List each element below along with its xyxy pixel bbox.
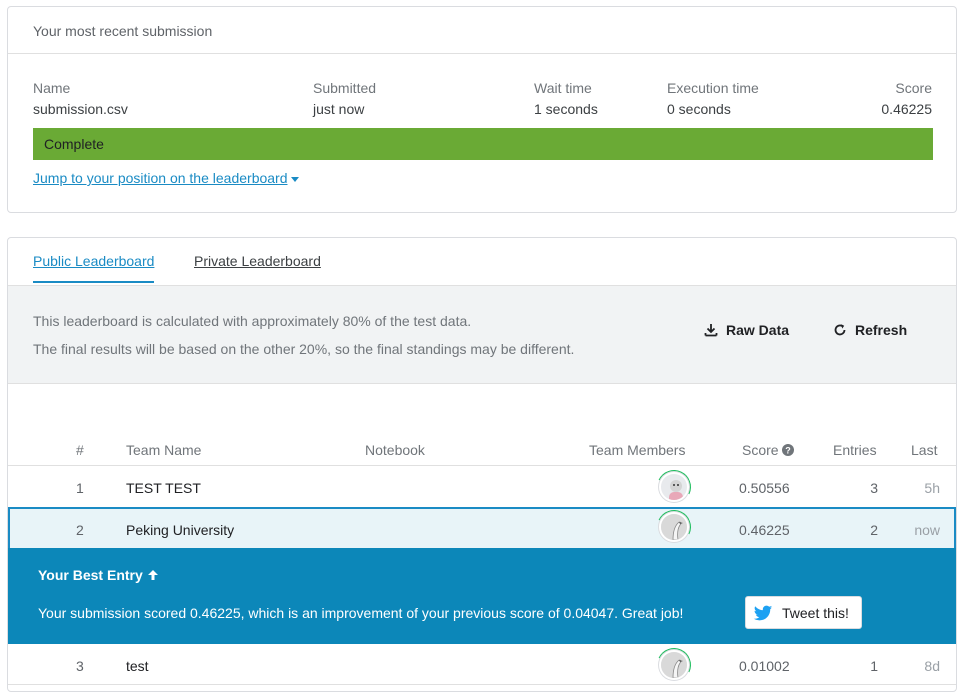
submission-header-title: Your most recent submission — [33, 23, 213, 39]
arrow-up-icon — [147, 570, 158, 580]
tab-private-leaderboard[interactable]: Private Leaderboard — [194, 253, 321, 281]
jump-to-position-link[interactable]: Jump to your position on the leaderboard — [33, 170, 299, 186]
recent-submission-card: Your most recent submission Name submiss… — [7, 6, 957, 213]
notice-line-1: This leaderboard is calculated with appr… — [33, 313, 472, 329]
row-last: 8d — [924, 658, 940, 674]
score-label: Score — [895, 80, 932, 96]
name-label: Name — [33, 80, 71, 96]
row-last: now — [914, 522, 940, 538]
refresh-label: Refresh — [855, 322, 908, 338]
best-entry-title-text: Your Best Entry — [38, 567, 143, 583]
execution-time-value: 0 seconds — [667, 101, 731, 117]
execution-time-column: Execution time 0 seconds — [667, 80, 759, 118]
header-last: Last — [911, 442, 938, 458]
help-icon[interactable]: ? — [782, 444, 795, 456]
row-score: 0.01002 — [739, 658, 790, 674]
row-team-name[interactable]: test — [126, 658, 149, 674]
header-rank: # — [76, 442, 84, 458]
header-score: Score ? — [742, 442, 795, 458]
wait-time-label: Wait time — [534, 80, 592, 96]
status-bar: Complete — [33, 128, 933, 160]
header-team-members: Team Members — [589, 442, 686, 458]
row-score: 0.46225 — [739, 522, 790, 538]
row-entries: 1 — [870, 658, 878, 674]
submitted-value: just now — [313, 101, 365, 117]
submitted-label: Submitted — [313, 80, 377, 96]
best-entry-banner: Your Best Entry Your submission scored 0… — [8, 548, 956, 644]
best-entry-message: Your submission scored 0.46225, which is… — [38, 605, 684, 621]
refresh-button[interactable]: Refresh — [833, 322, 907, 338]
row-rank: 2 — [76, 522, 84, 538]
svg-text:?: ? — [786, 446, 792, 456]
submission-header: Your most recent submission — [8, 7, 956, 54]
refresh-icon — [834, 324, 846, 336]
row-rank: 1 — [76, 480, 84, 496]
submitted-column: Submitted just now — [313, 80, 376, 118]
raw-data-label: Raw Data — [726, 322, 790, 338]
avatar[interactable] — [659, 472, 689, 502]
leaderboard-card: Public Leaderboard Private Leaderboard T… — [7, 237, 957, 692]
row-rank: 3 — [76, 658, 84, 674]
row-divider — [8, 684, 956, 685]
download-icon — [704, 324, 718, 337]
caret-down-icon — [290, 176, 299, 182]
tweet-label: Tweet this! — [782, 604, 849, 621]
row-entries: 2 — [870, 522, 878, 538]
jump-link-label: Jump to your position on the leaderboard — [33, 170, 288, 186]
header-notebook: Notebook — [365, 442, 425, 458]
wait-time-value: 1 seconds — [534, 101, 598, 117]
score-column: Score 0.46225 — [881, 80, 932, 118]
execution-time-label: Execution time — [667, 80, 759, 96]
avatar[interactable] — [659, 512, 689, 542]
twitter-icon — [753, 605, 773, 620]
tab-public-leaderboard[interactable]: Public Leaderboard — [33, 253, 155, 283]
row-entries: 3 — [870, 480, 878, 496]
row-team-name[interactable]: TEST TEST — [126, 480, 201, 496]
best-entry-title: Your Best Entry — [38, 567, 159, 583]
name-column: Name submission.csv — [33, 80, 128, 118]
notice-line-2: The final results will be based on the o… — [33, 341, 575, 357]
leaderboard-notice: This leaderboard is calculated with appr… — [8, 285, 956, 384]
avatar[interactable] — [659, 650, 689, 680]
table-row[interactable]: 3 test 0.01002 1 8d — [8, 643, 956, 687]
tweet-button[interactable]: Tweet this! — [745, 596, 862, 629]
header-divider — [8, 465, 956, 466]
row-score: 0.50556 — [739, 480, 790, 496]
name-value: submission.csv — [33, 101, 128, 117]
raw-data-button[interactable]: Raw Data — [704, 322, 789, 338]
score-value: 0.46225 — [881, 101, 932, 117]
header-score-label: Score — [742, 442, 779, 458]
table-row-own-team[interactable]: 2 Peking University 0.46225 2 now — [8, 505, 956, 549]
header-team-name: Team Name — [126, 442, 202, 458]
row-last: 5h — [924, 480, 940, 496]
wait-time-column: Wait time 1 seconds — [534, 80, 598, 118]
table-row[interactable]: 1 TEST TEST 0.50556 3 5h — [8, 465, 956, 509]
row-team-name[interactable]: Peking University — [126, 522, 234, 538]
header-entries: Entries — [833, 442, 877, 458]
